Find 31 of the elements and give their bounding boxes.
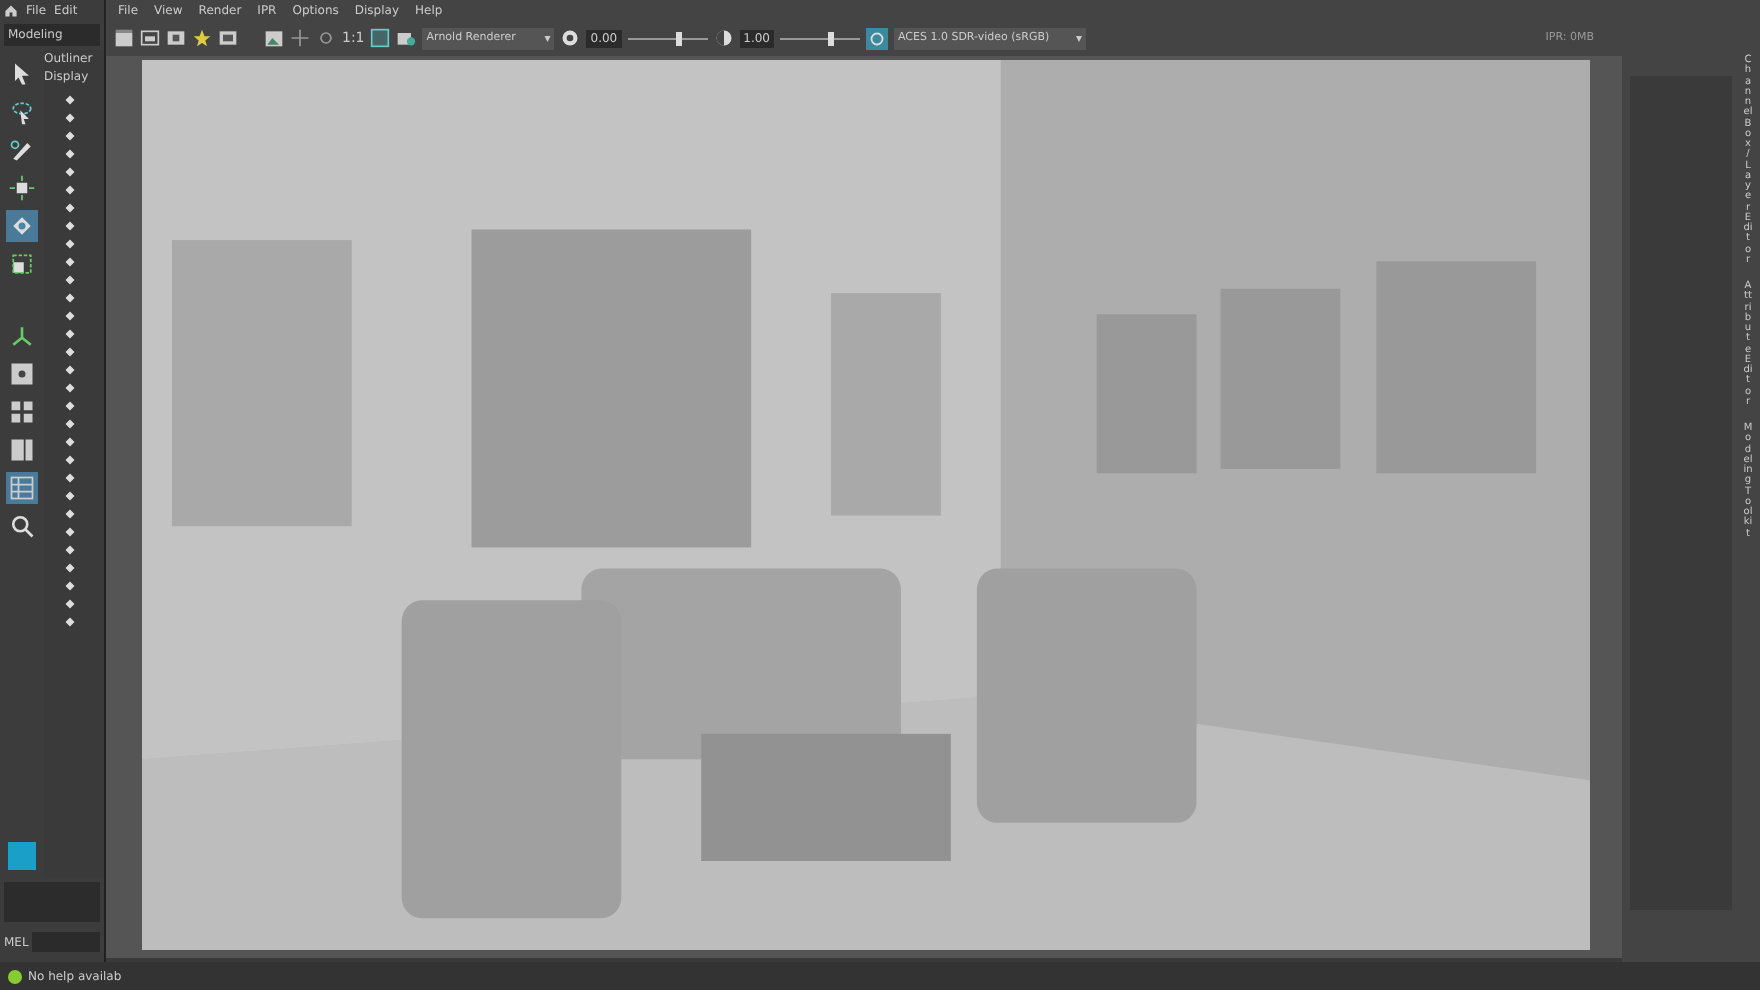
grid-icon xyxy=(8,474,36,502)
scale-tool-button[interactable] xyxy=(6,248,38,280)
axes-icon xyxy=(8,322,36,350)
move-tool-button[interactable] xyxy=(6,172,38,204)
clapper-icon[interactable] xyxy=(114,28,134,48)
gear-icon[interactable] xyxy=(560,28,581,48)
rotate-icon xyxy=(8,212,36,240)
slider-handle[interactable] xyxy=(675,31,682,45)
lasso-icon xyxy=(8,98,36,126)
quad-tool-button[interactable] xyxy=(6,396,38,428)
snapshot-icon[interactable] xyxy=(166,28,186,48)
contrast-icon[interactable] xyxy=(713,28,734,48)
paint-icon xyxy=(8,136,36,164)
slider-handle[interactable] xyxy=(828,31,835,45)
frame-icon[interactable] xyxy=(370,28,391,48)
home-icon[interactable] xyxy=(4,3,18,17)
star-icon[interactable] xyxy=(192,28,212,48)
quad-icon xyxy=(8,398,36,426)
search-button[interactable] xyxy=(6,510,38,542)
app-logo-icon xyxy=(8,842,36,870)
image-icon[interactable] xyxy=(264,28,284,48)
scale-icon xyxy=(8,250,36,278)
crosshair-icon[interactable] xyxy=(316,28,336,48)
camera-icon[interactable] xyxy=(396,28,417,48)
color-wheel-icon[interactable] xyxy=(865,27,888,49)
help-icon xyxy=(8,969,22,983)
search-icon xyxy=(8,512,36,540)
region-icon[interactable] xyxy=(140,28,160,48)
film-icon[interactable] xyxy=(218,28,238,48)
lasso-tool-button[interactable] xyxy=(6,96,38,128)
move-icon xyxy=(8,174,36,202)
